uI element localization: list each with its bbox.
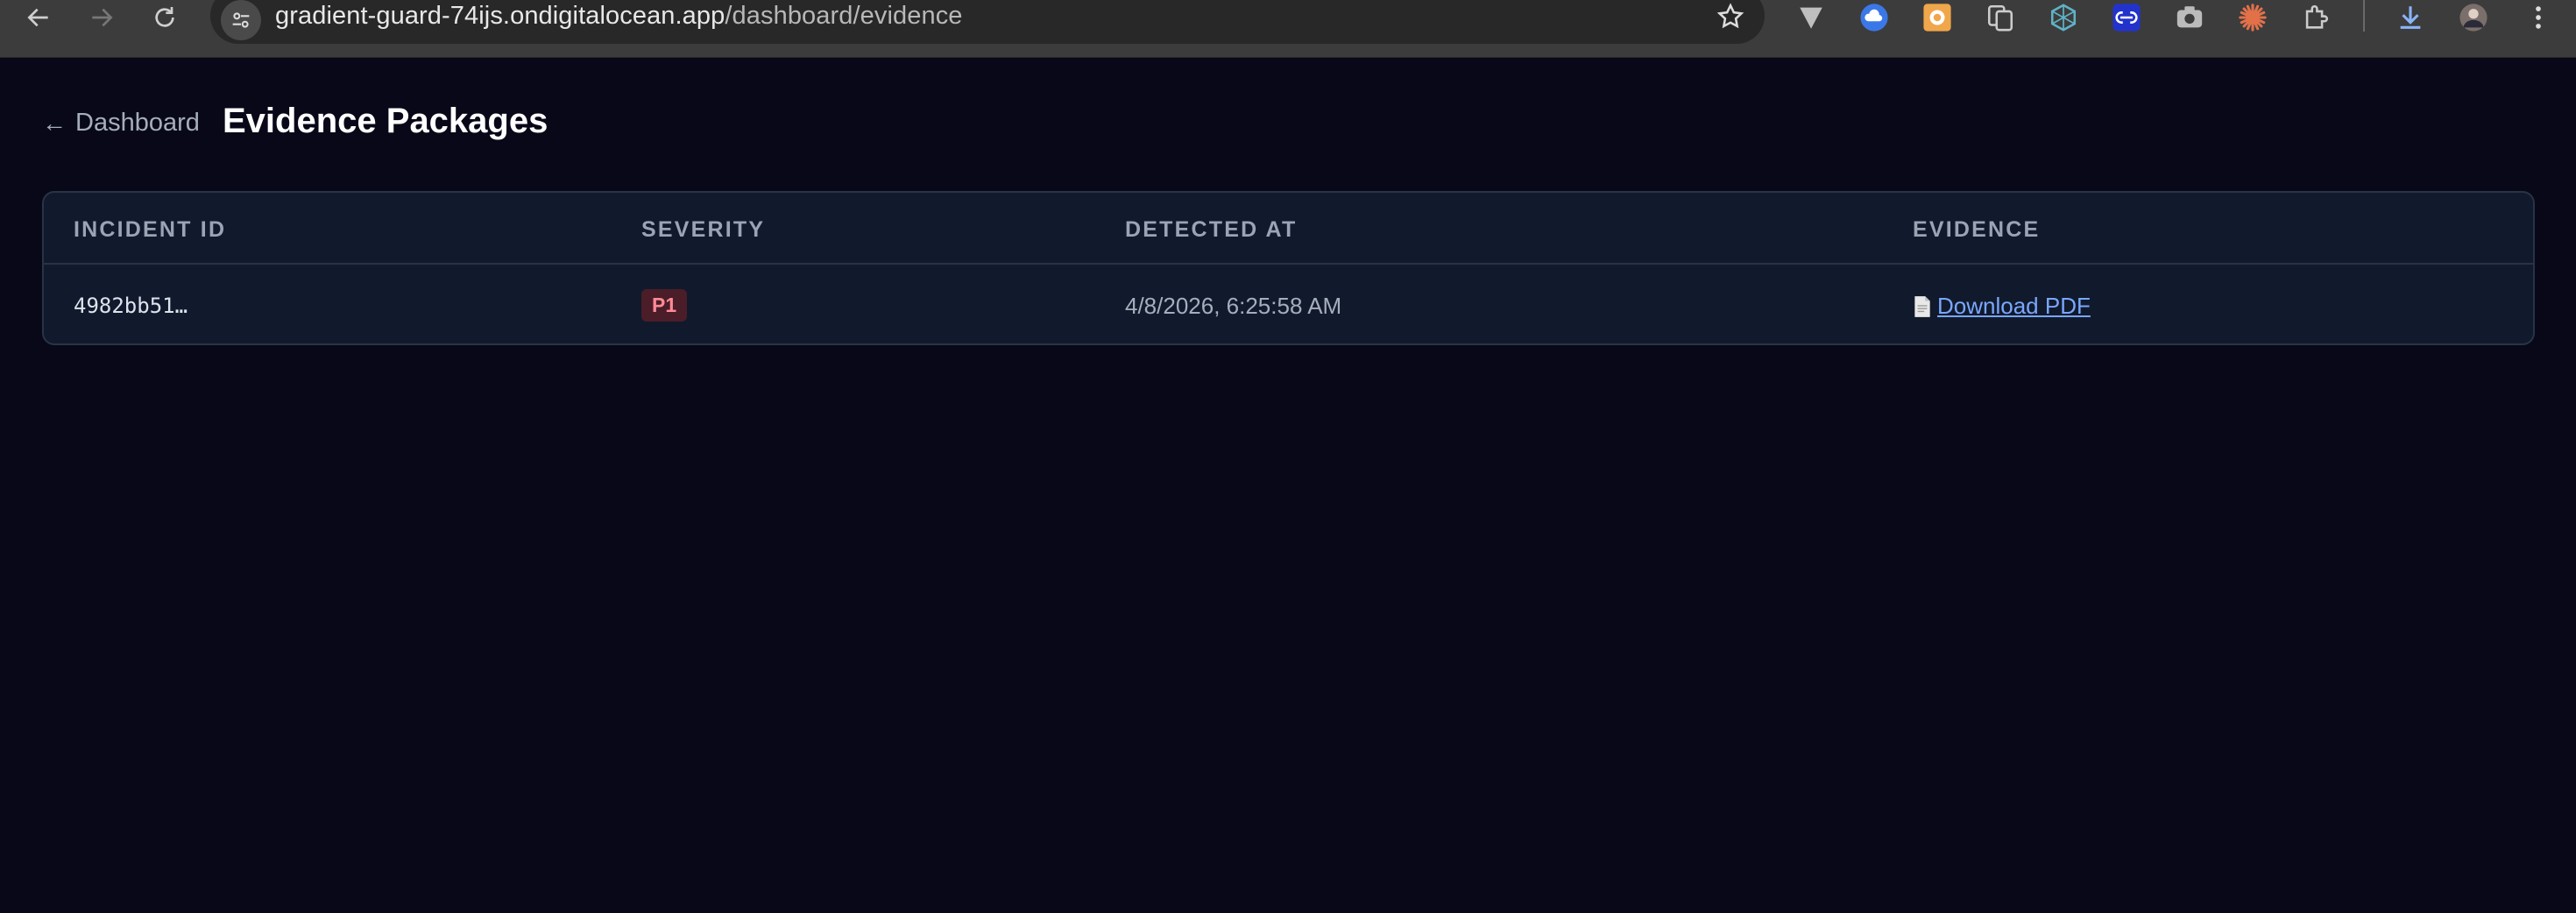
back-link-label: Dashboard <box>75 109 200 137</box>
vivaldi-v-icon[interactable] <box>1795 2 1827 33</box>
left-arrow-icon: ← <box>42 109 67 137</box>
cloud-upload-icon[interactable] <box>1858 2 1890 33</box>
copy-docs-icon[interactable] <box>1985 2 2016 33</box>
site-settings-icon[interactable] <box>221 0 261 40</box>
column-header-incident-id: INCIDENT ID <box>74 217 227 242</box>
evidence-table: INCIDENT ID SEVERITY DETECTED AT EVIDENC… <box>42 191 2535 345</box>
column-header-severity: SEVERITY <box>641 217 766 242</box>
url-text[interactable]: gradient-guard-74ijs.ondigitalocean.app/… <box>275 2 963 31</box>
reload-icon[interactable] <box>145 0 184 35</box>
orange-burst-icon[interactable] <box>2237 2 2268 33</box>
forward-arrow-icon[interactable] <box>82 0 121 35</box>
download-icon[interactable] <box>2395 2 2426 33</box>
blue-link-icon[interactable] <box>2111 2 2142 33</box>
toolbar-divider <box>2363 0 2365 32</box>
url-path: /dashboard/evidence <box>725 2 963 30</box>
orange-clock-icon[interactable] <box>1921 2 1953 33</box>
bookmark-star-icon[interactable] <box>1716 2 1745 32</box>
column-header-evidence: EVIDENCE <box>1913 217 2041 242</box>
browser-toolbar: gradient-guard-74ijs.ondigitalocean.app/… <box>0 0 2576 58</box>
puzzle-piece-icon[interactable] <box>2300 2 2332 33</box>
back-arrow-icon[interactable] <box>19 0 58 35</box>
severity-badge: P1 <box>641 289 688 322</box>
profile-avatar-icon[interactable] <box>2458 2 2489 33</box>
table-header: INCIDENT ID SEVERITY DETECTED AT EVIDENC… <box>44 193 2533 265</box>
kebab-menu-icon[interactable] <box>2523 2 2554 33</box>
back-to-dashboard-link[interactable]: ← Dashboard <box>42 109 200 138</box>
incident-id-cell: 4982bb51… <box>74 294 188 318</box>
column-header-detected-at: DETECTED AT <box>1125 217 1298 242</box>
download-pdf-link[interactable]: Download PDF <box>1913 293 2091 320</box>
url-host: gradient-guard-74ijs.ondigitalocean.app <box>275 2 725 30</box>
page-title: Evidence Packages <box>223 102 548 140</box>
table-row: 4982bb51… P1 4/8/2026, 6:25:58 AM Downlo… <box>44 266 2533 343</box>
detected-at-cell: 4/8/2026, 6:25:58 AM <box>1125 293 1342 319</box>
hexagon-network-icon[interactable] <box>2048 2 2079 33</box>
camera-icon[interactable] <box>2174 2 2205 33</box>
file-icon <box>1914 295 1930 317</box>
address-bar[interactable]: gradient-guard-74ijs.ondigitalocean.app/… <box>210 0 1765 44</box>
download-pdf-label: Download PDF <box>1937 293 2091 319</box>
